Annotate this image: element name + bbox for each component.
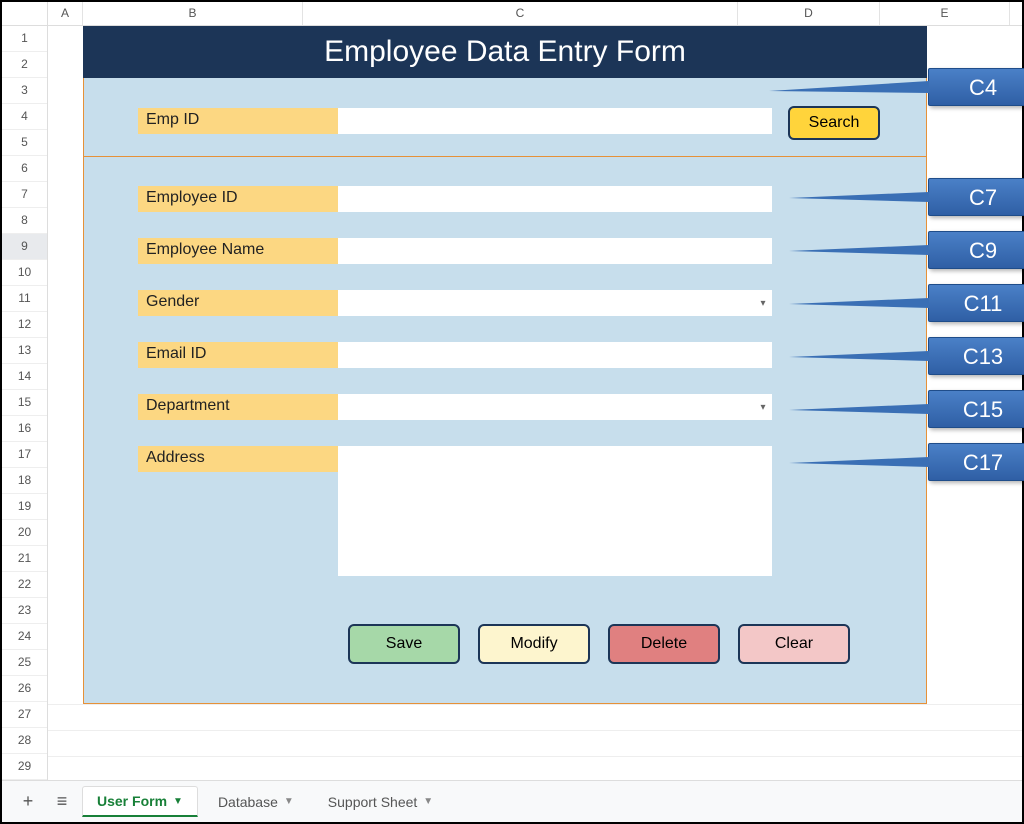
sheet-canvas[interactable]: Employee Data Entry Form Emp ID Search E… [48, 26, 1022, 780]
row-header[interactable]: 5 [2, 130, 47, 156]
callout-c7: C7 [928, 178, 1024, 216]
sheet-tab-label: Support Sheet [328, 794, 418, 810]
row-header[interactable]: 16 [2, 416, 47, 442]
callout-c4: C4 [928, 68, 1024, 106]
input-employee-name[interactable] [338, 238, 772, 264]
row-header[interactable]: 12 [2, 312, 47, 338]
label-department: Department [138, 394, 338, 420]
chevron-down-icon[interactable]: ▼ [423, 796, 433, 807]
delete-button[interactable]: Delete [608, 624, 720, 664]
label-gender: Gender [138, 290, 338, 316]
sheet-tab-label: User Form [97, 793, 167, 809]
search-button[interactable]: Search [788, 106, 880, 140]
row-header[interactable]: 19 [2, 494, 47, 520]
row-header[interactable]: 8 [2, 208, 47, 234]
column-headers: A B C D E [2, 2, 1022, 26]
row-header[interactable]: 15 [2, 390, 47, 416]
chevron-down-icon[interactable]: ▼ [284, 796, 294, 807]
row-header[interactable]: 24 [2, 624, 47, 650]
sheet-tab-bar: + ≡ User Form ▼ Database ▼ Support Sheet… [2, 780, 1022, 822]
col-header-b[interactable]: B [83, 2, 303, 25]
chevron-down-icon[interactable]: ▾ [754, 394, 772, 420]
row-header[interactable]: 22 [2, 572, 47, 598]
row-header[interactable]: 25 [2, 650, 47, 676]
row-header[interactable]: 7 [2, 182, 47, 208]
row-header[interactable]: 23 [2, 598, 47, 624]
row-header[interactable]: 1 [2, 26, 47, 52]
sheet-tab-label: Database [218, 794, 278, 810]
row-header[interactable]: 11 [2, 286, 47, 312]
row-header[interactable]: 6 [2, 156, 47, 182]
add-sheet-button[interactable]: + [14, 788, 42, 816]
select-department[interactable] [338, 394, 772, 420]
row-header[interactable]: 2 [2, 52, 47, 78]
row-header[interactable]: 18 [2, 468, 47, 494]
row-header[interactable]: 10 [2, 260, 47, 286]
col-header-e[interactable]: E [880, 2, 1010, 25]
sheet-tab-user-form[interactable]: User Form ▼ [82, 786, 198, 817]
row-header[interactable]: 3 [2, 78, 47, 104]
all-sheets-button[interactable]: ≡ [48, 788, 76, 816]
row-header[interactable]: 13 [2, 338, 47, 364]
row-header[interactable]: 14 [2, 364, 47, 390]
row-header[interactable]: 17 [2, 442, 47, 468]
save-button[interactable]: Save [348, 624, 460, 664]
form-title: Employee Data Entry Form [83, 26, 927, 78]
callout-c17: C17 [928, 443, 1024, 481]
row-headers: 1 2 3 4 5 6 7 8 9 10 11 12 13 14 15 16 1… [2, 26, 48, 780]
label-employee-name: Employee Name [138, 238, 338, 264]
input-emp-id-search[interactable] [338, 108, 772, 134]
chevron-down-icon[interactable]: ▾ [754, 290, 772, 316]
corner-cell[interactable] [2, 2, 48, 25]
row-header[interactable]: 20 [2, 520, 47, 546]
row-header[interactable]: 28 [2, 728, 47, 754]
label-address: Address [138, 446, 338, 472]
row-header[interactable]: 21 [2, 546, 47, 572]
col-header-a[interactable]: A [48, 2, 83, 25]
clear-button[interactable]: Clear [738, 624, 850, 664]
callout-c11: C11 [928, 284, 1024, 322]
sheet-tab-database[interactable]: Database ▼ [204, 788, 308, 816]
modify-button[interactable]: Modify [478, 624, 590, 664]
divider [83, 156, 927, 157]
input-employee-id[interactable] [338, 186, 772, 212]
label-employee-id: Employee ID [138, 186, 338, 212]
row-header[interactable]: 9 [2, 234, 47, 260]
action-button-row: Save Modify Delete Clear [348, 624, 850, 664]
row-header[interactable]: 29 [2, 754, 47, 780]
label-email-id: Email ID [138, 342, 338, 368]
sheet-tab-support-sheet[interactable]: Support Sheet ▼ [314, 788, 447, 816]
chevron-down-icon[interactable]: ▼ [173, 796, 183, 807]
col-header-d[interactable]: D [738, 2, 880, 25]
callout-c9: C9 [928, 231, 1024, 269]
label-emp-id-search: Emp ID [138, 108, 338, 134]
select-gender[interactable] [338, 290, 772, 316]
callout-c15: C15 [928, 390, 1024, 428]
col-header-c[interactable]: C [303, 2, 738, 25]
row-header[interactable]: 27 [2, 702, 47, 728]
callout-c13: C13 [928, 337, 1024, 375]
row-header[interactable]: 4 [2, 104, 47, 130]
input-email-id[interactable] [338, 342, 772, 368]
input-address[interactable] [338, 446, 772, 576]
row-header[interactable]: 26 [2, 676, 47, 702]
